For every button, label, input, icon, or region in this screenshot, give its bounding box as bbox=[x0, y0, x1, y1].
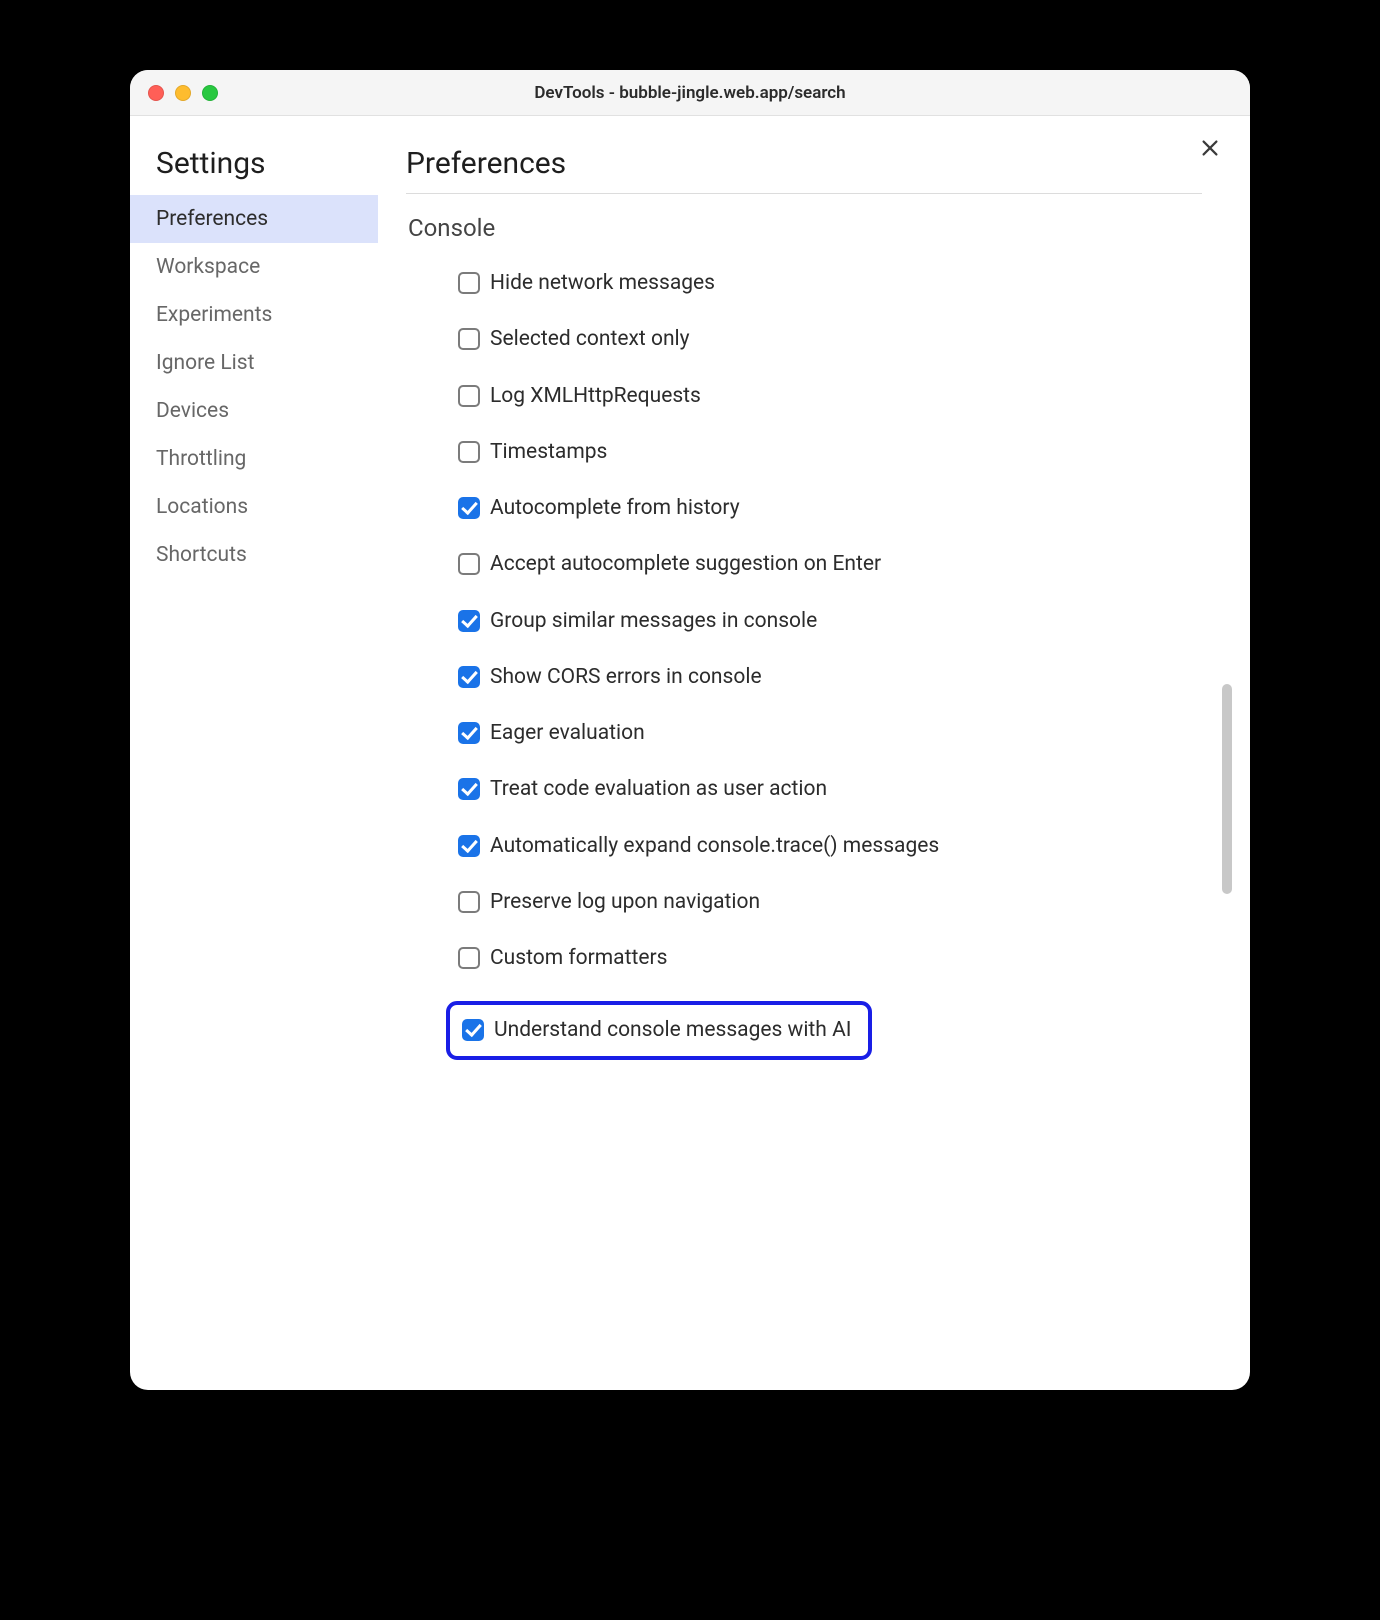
checkbox[interactable] bbox=[458, 778, 480, 800]
sidebar-item-experiments[interactable]: Experiments bbox=[130, 291, 378, 339]
sidebar-item-label: Ignore List bbox=[156, 351, 254, 375]
preference-option[interactable]: Group similar messages in console bbox=[458, 608, 1018, 634]
option-label: Understand console messages with AI bbox=[494, 1017, 852, 1043]
preference-option[interactable]: Selected context only bbox=[458, 326, 1018, 352]
checkbox[interactable] bbox=[458, 441, 480, 463]
settings-main-panel: Preferences Console Hide network message… bbox=[378, 116, 1250, 1390]
sidebar-item-workspace[interactable]: Workspace bbox=[130, 243, 378, 291]
option-label: Eager evaluation bbox=[490, 720, 645, 746]
option-label: Hide network messages bbox=[490, 270, 715, 296]
sidebar-item-shortcuts[interactable]: Shortcuts bbox=[130, 531, 378, 579]
preference-option[interactable]: Timestamps bbox=[458, 439, 1018, 465]
checkbox[interactable] bbox=[458, 497, 480, 519]
sidebar-item-throttling[interactable]: Throttling bbox=[130, 435, 378, 483]
sidebar-title: Settings bbox=[130, 146, 378, 195]
sidebar-item-preferences[interactable]: Preferences bbox=[130, 195, 378, 243]
preference-option[interactable]: Treat code evaluation as user action bbox=[458, 776, 1018, 802]
titlebar: DevTools - bubble-jingle.web.app/search bbox=[130, 70, 1250, 116]
option-label: Accept autocomplete suggestion on Enter bbox=[490, 551, 881, 577]
checkbox[interactable] bbox=[458, 553, 480, 575]
sidebar-item-label: Locations bbox=[156, 495, 248, 519]
option-label: Group similar messages in console bbox=[490, 608, 817, 634]
checkbox[interactable] bbox=[458, 328, 480, 350]
checkbox[interactable] bbox=[458, 666, 480, 688]
checkbox[interactable] bbox=[458, 947, 480, 969]
option-label: Selected context only bbox=[490, 326, 690, 352]
checkbox[interactable] bbox=[458, 835, 480, 857]
checkbox[interactable] bbox=[458, 610, 480, 632]
checkbox[interactable] bbox=[458, 272, 480, 294]
option-label: Timestamps bbox=[490, 439, 607, 465]
content-area: Settings Preferences Workspace Experiments… bbox=[130, 116, 1250, 1390]
window-title: DevTools - bubble-jingle.web.app/search bbox=[130, 83, 1250, 103]
maximize-window-button[interactable] bbox=[202, 85, 218, 101]
option-label: Autocomplete from history bbox=[490, 495, 740, 521]
sidebar-item-label: Throttling bbox=[156, 447, 246, 471]
sidebar-item-devices[interactable]: Devices bbox=[130, 387, 378, 435]
checkbox[interactable] bbox=[458, 722, 480, 744]
option-label: Show CORS errors in console bbox=[490, 664, 762, 690]
sidebar-item-label: Experiments bbox=[156, 303, 272, 327]
preference-option[interactable]: Eager evaluation bbox=[458, 720, 1018, 746]
option-label: Preserve log upon navigation bbox=[490, 889, 760, 915]
settings-sidebar: Settings Preferences Workspace Experiments… bbox=[130, 116, 378, 1390]
option-label: Custom formatters bbox=[490, 945, 667, 971]
devtools-window: DevTools - bubble-jingle.web.app/search … bbox=[130, 70, 1250, 1390]
checkbox[interactable] bbox=[458, 891, 480, 913]
preference-option[interactable]: Custom formatters bbox=[458, 945, 1018, 971]
preference-option[interactable]: Show CORS errors in console bbox=[458, 664, 1018, 690]
scrollbar-thumb[interactable] bbox=[1222, 684, 1232, 894]
preference-option[interactable]: Preserve log upon navigation bbox=[458, 889, 1018, 915]
divider bbox=[406, 193, 1202, 194]
section-title-console: Console bbox=[408, 214, 1204, 242]
preference-option[interactable]: Automatically expand console.trace() mes… bbox=[458, 833, 1018, 859]
sidebar-item-label: Shortcuts bbox=[156, 543, 247, 567]
preference-option[interactable]: Hide network messages bbox=[458, 270, 1018, 296]
checkbox[interactable] bbox=[462, 1019, 484, 1041]
page-title: Preferences bbox=[406, 146, 1240, 181]
traffic-lights bbox=[130, 85, 218, 101]
close-window-button[interactable] bbox=[148, 85, 164, 101]
sidebar-item-locations[interactable]: Locations bbox=[130, 483, 378, 531]
minimize-window-button[interactable] bbox=[175, 85, 191, 101]
sidebar-item-label: Workspace bbox=[156, 255, 260, 279]
sidebar-item-label: Preferences bbox=[156, 207, 268, 231]
preference-option[interactable]: Accept autocomplete suggestion on Enter bbox=[458, 551, 1018, 577]
sidebar-item-ignore-list[interactable]: Ignore List bbox=[130, 339, 378, 387]
preference-option[interactable]: Understand console messages with AI bbox=[446, 1001, 872, 1059]
option-label: Treat code evaluation as user action bbox=[490, 776, 827, 802]
preferences-scroll-area[interactable]: Console Hide network messages Selected co… bbox=[406, 214, 1240, 1390]
checkbox[interactable] bbox=[458, 385, 480, 407]
preference-option[interactable]: Log XMLHttpRequests bbox=[458, 383, 1018, 409]
option-label: Log XMLHttpRequests bbox=[490, 383, 701, 409]
sidebar-item-label: Devices bbox=[156, 399, 229, 423]
option-label: Automatically expand console.trace() mes… bbox=[490, 833, 939, 859]
preference-option[interactable]: Autocomplete from history bbox=[458, 495, 1018, 521]
